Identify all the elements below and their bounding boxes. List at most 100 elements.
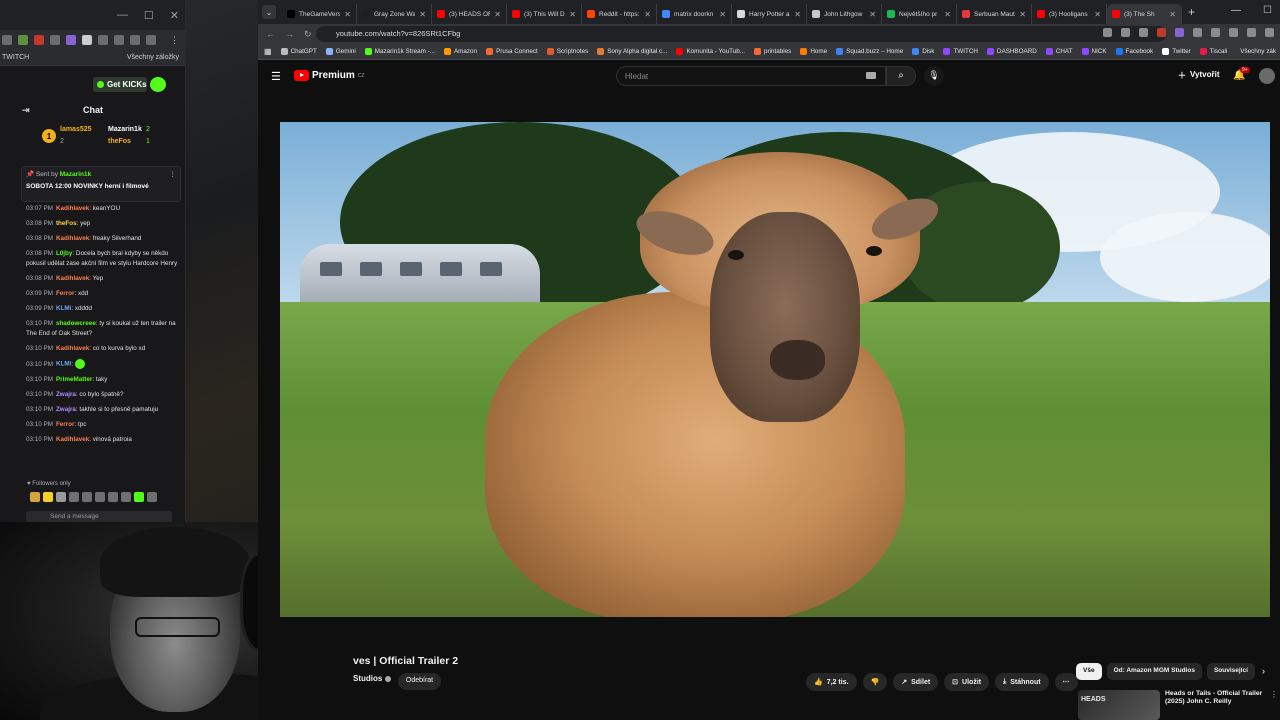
unpin-icon[interactable]: ⋮ (170, 170, 177, 178)
extension-icon[interactable] (50, 35, 60, 45)
message-username[interactable]: Zwajra (56, 391, 76, 398)
more-icon[interactable]: ⋮ (1270, 690, 1278, 699)
recommended-video[interactable]: HEADS Heads or Tails - Official Trailer … (1078, 688, 1278, 720)
message-username[interactable]: KLMi (56, 361, 71, 368)
keyboard-icon[interactable] (866, 72, 876, 79)
url-field[interactable]: youtube.com/watch?v=826SRt1CFbg (316, 26, 1166, 42)
message-username[interactable]: Ferror (56, 290, 75, 297)
back-icon[interactable]: ← (266, 29, 275, 39)
emote[interactable] (69, 492, 79, 502)
message-username[interactable]: Zwajra (56, 406, 76, 413)
bookmark-item[interactable]: Scriptnotes (546, 48, 588, 55)
emote[interactable] (121, 492, 131, 502)
emote[interactable] (95, 492, 105, 502)
bookmark-item[interactable]: Twitter (1162, 48, 1191, 55)
close-tab-icon[interactable]: ✕ (494, 10, 501, 19)
get-kicks-button[interactable]: Get KICKs (93, 77, 147, 92)
pinned-message[interactable]: 📌 Sent by Mazarin1k ⋮ SOBOTA 12:00 NOVIN… (21, 166, 181, 202)
bookmark-item[interactable]: Squad.buzz – Home (836, 48, 903, 55)
profile-icon[interactable] (1265, 28, 1274, 37)
message-username[interactable]: Kadihlavek (56, 275, 89, 282)
maximize-icon[interactable]: ☐ (1263, 5, 1272, 16)
send-message-input[interactable]: Send a message (26, 511, 172, 522)
more-actions-button[interactable]: ⋯ (1054, 673, 1078, 691)
reload-icon[interactable]: ↻ (304, 29, 312, 40)
bookmark-item[interactable]: ChatGPT (280, 48, 317, 55)
video-player[interactable] (280, 122, 1270, 617)
emote[interactable] (43, 492, 53, 502)
close-tab-icon[interactable]: ✕ (869, 10, 876, 19)
message-username[interactable]: KLMi (56, 305, 71, 312)
close-tab-icon[interactable]: ✕ (1019, 10, 1026, 19)
voice-search-button[interactable]: 🎙 (924, 66, 944, 86)
notifications-button[interactable]: 🔔 9+ (1233, 67, 1250, 81)
minimize-icon[interactable]: — (1231, 5, 1241, 16)
download-button[interactable]: ⤓ Stáhnout (995, 673, 1049, 691)
message-username[interactable]: Ferror (56, 421, 75, 428)
close-tab-icon[interactable]: ✕ (344, 10, 351, 19)
bookmark-twitch[interactable]: TWITCH (2, 54, 29, 61)
maximize-icon[interactable]: ☐ (144, 9, 154, 22)
message-username[interactable]: shadowcreee (56, 320, 96, 327)
filter-chip[interactable]: Vše (1076, 663, 1102, 680)
emote[interactable] (56, 492, 66, 502)
close-tab-icon[interactable]: ✕ (794, 10, 801, 19)
filter-chip[interactable]: Od: Amazon MGM Studios (1106, 663, 1202, 680)
close-tab-icon[interactable]: ✕ (644, 10, 651, 19)
extension-icon[interactable] (1211, 28, 1220, 37)
browser-tab[interactable]: (3) The Sh ✕ (1107, 4, 1182, 24)
browser-tab[interactable]: TheGameVerse ✕ (282, 4, 357, 24)
subscribe-button[interactable]: Odebírat (398, 673, 441, 690)
message-username[interactable]: PrimeMatter (56, 376, 92, 383)
kick-logo-icon[interactable] (150, 77, 166, 92)
close-icon[interactable]: ✕ (170, 9, 179, 22)
star-icon[interactable] (1121, 28, 1130, 37)
extension-icon[interactable] (82, 35, 92, 45)
menu-icon[interactable]: ☰ (271, 70, 281, 83)
browser-tab[interactable]: Serbuan Maut ✕ (957, 4, 1032, 24)
recommended-title[interactable]: Heads or Tails - Official Trailer (2025)… (1165, 690, 1265, 706)
browser-tab[interactable]: (3) This Will D ✕ (507, 4, 582, 24)
new-tab-icon[interactable]: + (1188, 5, 1195, 19)
extension-icon[interactable] (1229, 28, 1238, 37)
message-username[interactable]: Kadihlavek (56, 436, 89, 443)
bookmark-item[interactable]: Home (800, 48, 827, 55)
all-bookmarks[interactable]: Všechny zák (1240, 48, 1276, 55)
extension-icon[interactable] (34, 35, 44, 45)
close-tab-icon[interactable]: ✕ (419, 10, 426, 19)
leaderboard-user[interactable]: Mazarin1k (108, 126, 142, 133)
extension-icon[interactable] (1139, 28, 1148, 37)
search-button[interactable]: ⌕ (886, 66, 916, 86)
bookmark-item[interactable]: CHAT (1045, 48, 1073, 55)
emote[interactable] (30, 492, 40, 502)
bookmark-item[interactable]: Disk (912, 48, 934, 55)
extension-icon[interactable] (98, 35, 108, 45)
close-tab-icon[interactable]: ✕ (1094, 10, 1101, 19)
extension-icon[interactable] (2, 35, 12, 45)
bookmark-item[interactable]: Amazon (443, 48, 477, 55)
tab-search-icon[interactable]: ⌄ (262, 5, 276, 19)
extension-icon[interactable] (1193, 28, 1202, 37)
extension-icon[interactable] (18, 35, 28, 45)
share-button[interactable]: ↗ Sdílet (893, 673, 939, 691)
install-icon[interactable] (1103, 28, 1112, 37)
browser-tab[interactable]: Reddit - https: ✕ (582, 4, 657, 24)
bookmark-item[interactable]: Prusa Connect (486, 48, 538, 55)
message-username[interactable]: Kadihlavek (56, 235, 89, 242)
avatar[interactable] (1259, 68, 1275, 84)
extension-icon[interactable] (1157, 28, 1166, 37)
emote[interactable] (147, 492, 157, 502)
extension-icon[interactable] (1175, 28, 1184, 37)
bookmark-item[interactable]: printables (754, 48, 791, 55)
dislike-button[interactable]: 👎 (862, 673, 888, 691)
bookmark-item[interactable]: Facebook (1115, 48, 1153, 55)
leaderboard-user[interactable]: theFos (108, 138, 131, 145)
browser-tab[interactable]: Největšího pr ✕ (882, 4, 957, 24)
forward-icon[interactable]: → (285, 29, 294, 39)
close-tab-icon[interactable]: ✕ (569, 10, 576, 19)
bookmark-item[interactable]: TWITCH (943, 48, 978, 55)
bookmark-item[interactable]: Mazarin1k Stream -... (364, 48, 435, 55)
minimize-icon[interactable]: — (117, 9, 128, 21)
browser-tab[interactable]: Gray Zone Wa ✕ (357, 4, 432, 24)
bookmark-item[interactable]: Sony Alpha digital c... (597, 48, 667, 55)
